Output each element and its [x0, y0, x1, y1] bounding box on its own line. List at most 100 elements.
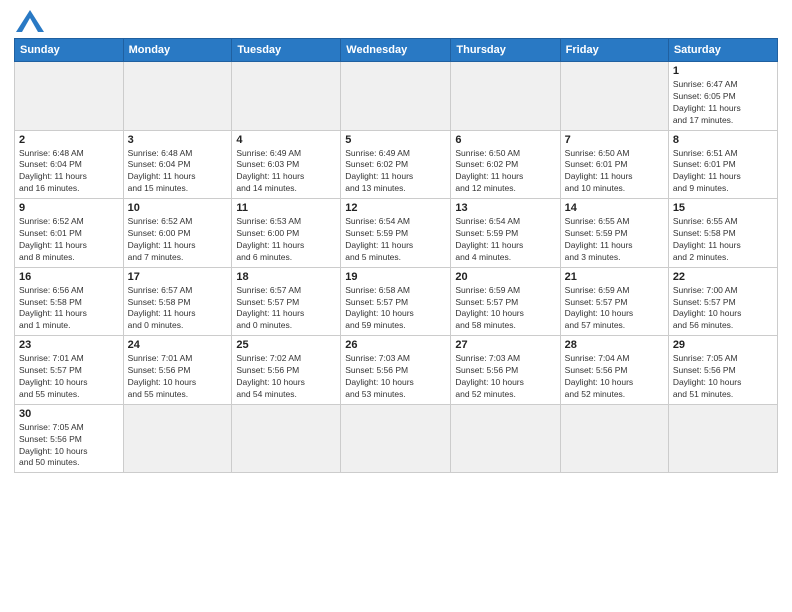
calendar-cell: 5 Sunrise: 6:49 AM Sunset: 6:02 PM Daylig…: [341, 130, 451, 199]
weekday-header: Thursday: [451, 39, 560, 62]
calendar-cell: 20Sunrise: 6:59 AM Sunset: 5:57 PM Dayli…: [451, 267, 560, 336]
day-info: Sunrise: 7:04 AM Sunset: 5:56 PM Dayligh…: [565, 353, 664, 401]
calendar-cell: [232, 404, 341, 473]
calendar-cell: 25Sunrise: 7:02 AM Sunset: 5:56 PM Dayli…: [232, 336, 341, 405]
calendar-cell: 4Sunrise: 6:49 AM Sunset: 6:03 PM Daylig…: [232, 130, 341, 199]
day-info: Sunrise: 7:01 AM Sunset: 5:57 PM Dayligh…: [19, 353, 119, 401]
day-number: 2: [19, 134, 119, 146]
weekday-header: Wednesday: [341, 39, 451, 62]
calendar-cell: 21 Sunrise: 6:59 AM Sunset: 5:57 PM Dayli…: [560, 267, 668, 336]
calendar-cell: 9 Sunrise: 6:52 AM Sunset: 6:01 PM Daylig…: [15, 199, 124, 268]
calendar-cell: [15, 62, 124, 131]
day-number: 30: [19, 408, 119, 420]
day-number: 7: [565, 134, 664, 146]
calendar-cell: 28 Sunrise: 7:04 AM Sunset: 5:56 PM Dayli…: [560, 336, 668, 405]
calendar-week-row: 2 Sunrise: 6:48 AM Sunset: 6:04 PM Daylig…: [15, 130, 778, 199]
day-number: 28: [565, 339, 664, 351]
logo: [14, 10, 44, 32]
day-number: 16: [19, 271, 119, 283]
header: [14, 10, 778, 32]
calendar-week-row: 30 Sunrise: 7:05 AM Sunset: 5:56 PM Dayli…: [15, 404, 778, 473]
calendar-week-row: 16 Sunrise: 6:56 AM Sunset: 5:58 PM Dayli…: [15, 267, 778, 336]
weekday-header: Monday: [123, 39, 232, 62]
day-info: Sunrise: 6:50 AM Sunset: 6:01 PM Dayligh…: [565, 148, 664, 196]
calendar-cell: [451, 404, 560, 473]
calendar-cell: [341, 404, 451, 473]
day-info: Sunrise: 6:56 AM Sunset: 5:58 PM Dayligh…: [19, 285, 119, 333]
day-info: Sunrise: 6:50 AM Sunset: 6:02 PM Dayligh…: [455, 148, 555, 196]
calendar-cell: [451, 62, 560, 131]
day-number: 25: [236, 339, 336, 351]
day-info: Sunrise: 6:52 AM Sunset: 6:01 PM Dayligh…: [19, 216, 119, 264]
calendar-cell: 2 Sunrise: 6:48 AM Sunset: 6:04 PM Daylig…: [15, 130, 124, 199]
day-number: 26: [345, 339, 446, 351]
day-info: Sunrise: 6:52 AM Sunset: 6:00 PM Dayligh…: [128, 216, 228, 264]
day-number: 20: [455, 271, 555, 283]
day-info: Sunrise: 7:00 AM Sunset: 5:57 PM Dayligh…: [673, 285, 773, 333]
day-number: 14: [565, 202, 664, 214]
day-number: 29: [673, 339, 773, 351]
calendar-cell: 22 Sunrise: 7:00 AM Sunset: 5:57 PM Dayli…: [668, 267, 777, 336]
calendar-cell: 14 Sunrise: 6:55 AM Sunset: 5:59 PM Dayli…: [560, 199, 668, 268]
day-number: 19: [345, 271, 446, 283]
calendar-cell: 8Sunrise: 6:51 AM Sunset: 6:01 PM Daylig…: [668, 130, 777, 199]
day-number: 27: [455, 339, 555, 351]
calendar-cell: 27 Sunrise: 7:03 AM Sunset: 5:56 PM Dayli…: [451, 336, 560, 405]
day-number: 13: [455, 202, 555, 214]
day-number: 12: [345, 202, 446, 214]
calendar-cell: 30 Sunrise: 7:05 AM Sunset: 5:56 PM Dayli…: [15, 404, 124, 473]
calendar-body: 1Sunrise: 6:47 AM Sunset: 6:05 PM Daylig…: [15, 62, 778, 473]
day-number: 24: [128, 339, 228, 351]
day-info: Sunrise: 6:59 AM Sunset: 5:57 PM Dayligh…: [565, 285, 664, 333]
day-number: 4: [236, 134, 336, 146]
calendar-cell: 15Sunrise: 6:55 AM Sunset: 5:58 PM Dayli…: [668, 199, 777, 268]
calendar-cell: 26 Sunrise: 7:03 AM Sunset: 5:56 PM Dayli…: [341, 336, 451, 405]
day-info: Sunrise: 6:48 AM Sunset: 6:04 PM Dayligh…: [19, 148, 119, 196]
day-number: 21: [565, 271, 664, 283]
day-number: 6: [455, 134, 555, 146]
logo-icon: [16, 10, 44, 32]
day-info: Sunrise: 6:49 AM Sunset: 6:02 PM Dayligh…: [345, 148, 446, 196]
calendar-cell: 17 Sunrise: 6:57 AM Sunset: 5:58 PM Dayli…: [123, 267, 232, 336]
day-number: 22: [673, 271, 773, 283]
calendar-cell: 7 Sunrise: 6:50 AM Sunset: 6:01 PM Daylig…: [560, 130, 668, 199]
calendar-cell: 10 Sunrise: 6:52 AM Sunset: 6:00 PM Dayli…: [123, 199, 232, 268]
day-info: Sunrise: 7:03 AM Sunset: 5:56 PM Dayligh…: [345, 353, 446, 401]
day-info: Sunrise: 7:03 AM Sunset: 5:56 PM Dayligh…: [455, 353, 555, 401]
calendar-cell: 3Sunrise: 6:48 AM Sunset: 6:04 PM Daylig…: [123, 130, 232, 199]
day-info: Sunrise: 6:55 AM Sunset: 5:58 PM Dayligh…: [673, 216, 773, 264]
calendar-week-row: 1Sunrise: 6:47 AM Sunset: 6:05 PM Daylig…: [15, 62, 778, 131]
calendar-cell: 11Sunrise: 6:53 AM Sunset: 6:00 PM Dayli…: [232, 199, 341, 268]
calendar-cell: 16 Sunrise: 6:56 AM Sunset: 5:58 PM Dayli…: [15, 267, 124, 336]
calendar-week-row: 9 Sunrise: 6:52 AM Sunset: 6:01 PM Daylig…: [15, 199, 778, 268]
day-info: Sunrise: 6:57 AM Sunset: 5:58 PM Dayligh…: [128, 285, 228, 333]
day-number: 11: [236, 202, 336, 214]
calendar-week-row: 23 Sunrise: 7:01 AM Sunset: 5:57 PM Dayli…: [15, 336, 778, 405]
calendar-cell: 6 Sunrise: 6:50 AM Sunset: 6:02 PM Daylig…: [451, 130, 560, 199]
day-number: 18: [236, 271, 336, 283]
day-number: 5: [345, 134, 446, 146]
day-info: Sunrise: 6:54 AM Sunset: 5:59 PM Dayligh…: [455, 216, 555, 264]
day-info: Sunrise: 6:58 AM Sunset: 5:57 PM Dayligh…: [345, 285, 446, 333]
calendar-cell: 12Sunrise: 6:54 AM Sunset: 5:59 PM Dayli…: [341, 199, 451, 268]
calendar-cell: 13 Sunrise: 6:54 AM Sunset: 5:59 PM Dayli…: [451, 199, 560, 268]
calendar-cell: 23 Sunrise: 7:01 AM Sunset: 5:57 PM Dayli…: [15, 336, 124, 405]
day-number: 10: [128, 202, 228, 214]
calendar-cell: [123, 62, 232, 131]
calendar-cell: [560, 62, 668, 131]
day-number: 17: [128, 271, 228, 283]
calendar-cell: 24Sunrise: 7:01 AM Sunset: 5:56 PM Dayli…: [123, 336, 232, 405]
day-info: Sunrise: 6:47 AM Sunset: 6:05 PM Dayligh…: [673, 79, 773, 127]
day-info: Sunrise: 7:05 AM Sunset: 5:56 PM Dayligh…: [19, 422, 119, 470]
day-number: 23: [19, 339, 119, 351]
calendar-cell: 1Sunrise: 6:47 AM Sunset: 6:05 PM Daylig…: [668, 62, 777, 131]
calendar: SundayMondayTuesdayWednesdayThursdayFrid…: [14, 38, 778, 473]
calendar-cell: 18 Sunrise: 6:57 AM Sunset: 5:57 PM Dayli…: [232, 267, 341, 336]
day-info: Sunrise: 6:48 AM Sunset: 6:04 PM Dayligh…: [128, 148, 228, 196]
day-info: Sunrise: 6:55 AM Sunset: 5:59 PM Dayligh…: [565, 216, 664, 264]
calendar-cell: [668, 404, 777, 473]
weekday-header: Saturday: [668, 39, 777, 62]
day-number: 9: [19, 202, 119, 214]
day-info: Sunrise: 6:57 AM Sunset: 5:57 PM Dayligh…: [236, 285, 336, 333]
calendar-cell: [560, 404, 668, 473]
